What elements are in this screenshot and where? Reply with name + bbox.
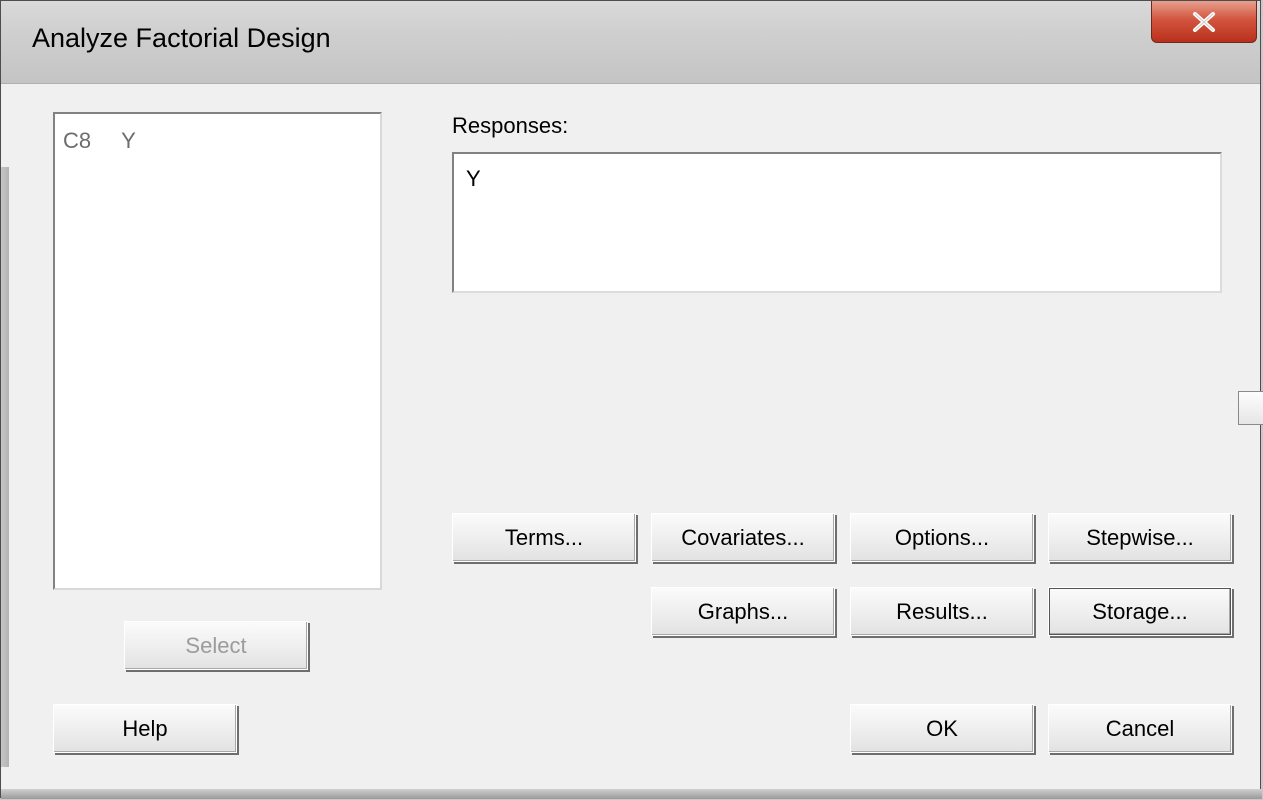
select-button[interactable]: Select bbox=[124, 621, 308, 670]
terms-button[interactable]: Terms... bbox=[452, 513, 636, 562]
dialog-title: Analyze Factorial Design bbox=[32, 23, 331, 53]
responses-field[interactable]: Y bbox=[452, 152, 1222, 293]
covariates-button[interactable]: Covariates... bbox=[651, 513, 835, 562]
close-icon bbox=[1193, 11, 1215, 32]
list-item-column: C8 bbox=[63, 128, 92, 153]
list-item[interactable]: C8 Y bbox=[63, 128, 136, 154]
cancel-button[interactable]: Cancel bbox=[1048, 704, 1232, 753]
responses-value: Y bbox=[466, 166, 481, 191]
window-left-frame bbox=[1, 167, 9, 767]
list-item-name: Y bbox=[121, 128, 136, 153]
stepwise-button[interactable]: Stepwise... bbox=[1048, 513, 1232, 562]
responses-label: Responses: bbox=[452, 113, 569, 138]
close-button[interactable] bbox=[1151, 1, 1257, 43]
options-button[interactable]: Options... bbox=[850, 513, 1034, 562]
ok-button[interactable]: OK bbox=[850, 704, 1034, 753]
results-button[interactable]: Results... bbox=[850, 587, 1034, 636]
window-bottom-frame bbox=[1, 789, 1262, 799]
title-bar[interactable]: Analyze Factorial Design bbox=[1, 1, 1260, 84]
side-tab[interactable] bbox=[1238, 391, 1263, 425]
graphs-button[interactable]: Graphs... bbox=[651, 587, 835, 636]
variable-listbox[interactable]: C8 Y bbox=[53, 112, 382, 590]
storage-button[interactable]: Storage... bbox=[1048, 587, 1232, 636]
help-button[interactable]: Help bbox=[53, 704, 237, 753]
dialog-window: Analyze Factorial Design C8 Y Responses:… bbox=[0, 0, 1263, 799]
